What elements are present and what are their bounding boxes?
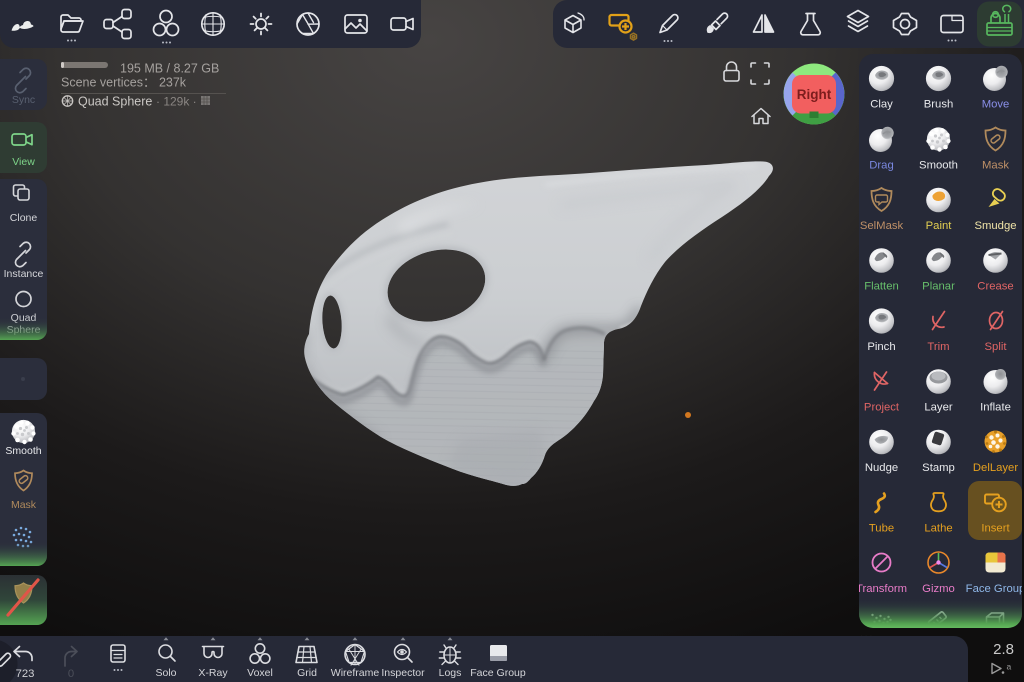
svg-text:Inspector: Inspector <box>381 667 425 679</box>
svg-text:Smooth: Smooth <box>919 160 958 172</box>
svg-text:195 MB / 8.27 GB: 195 MB / 8.27 GB <box>120 62 219 76</box>
svg-text:Tube: Tube <box>869 523 894 535</box>
svg-text:Mask: Mask <box>982 160 1009 172</box>
svg-text:Split: Split <box>985 341 1008 353</box>
svg-text:Smooth: Smooth <box>5 445 41 457</box>
svg-text:Transform: Transform <box>859 583 907 595</box>
svg-text:Crease: Crease <box>977 281 1013 293</box>
svg-text:Move: Move <box>982 99 1010 111</box>
svg-text:Instance: Instance <box>4 268 44 280</box>
svg-text:Lathe: Lathe <box>924 523 952 535</box>
svg-text:Smudge: Smudge <box>974 220 1016 232</box>
svg-text:Face Group: Face Group <box>966 583 1022 595</box>
svg-text:Brush: Brush <box>924 99 954 111</box>
svg-text:Insert: Insert <box>981 523 1010 535</box>
svg-text:SelMask: SelMask <box>860 220 904 232</box>
svg-text:Grid: Grid <box>297 667 317 679</box>
svg-text:Mask: Mask <box>11 499 37 511</box>
svg-text:Nudge: Nudge <box>865 462 898 474</box>
svg-text:Planar: Planar <box>922 281 955 293</box>
svg-text:723: 723 <box>16 668 35 680</box>
svg-text:0: 0 <box>68 668 74 680</box>
svg-text:Quad Sphere: Quad Sphere <box>78 95 152 109</box>
svg-text:Clone: Clone <box>10 212 38 224</box>
svg-text:Right: Right <box>797 87 832 102</box>
svg-text:DelLayer: DelLayer <box>973 462 1018 474</box>
svg-text:Project: Project <box>864 402 900 414</box>
svg-text:Scene vertices： 237k: Scene vertices： 237k <box>61 76 187 90</box>
svg-text:Solo: Solo <box>155 667 176 679</box>
svg-text:Stamp: Stamp <box>922 462 955 474</box>
svg-text:Paint: Paint <box>926 220 953 232</box>
svg-text:Flatten: Flatten <box>864 281 899 293</box>
svg-text:Gizmo: Gizmo <box>922 583 955 595</box>
svg-text:Trim: Trim <box>927 341 949 353</box>
svg-text:Wireframe: Wireframe <box>331 667 380 679</box>
svg-text:X-Ray: X-Ray <box>198 667 228 679</box>
svg-text:Pinch: Pinch <box>867 341 895 353</box>
svg-text:Face Group: Face Group <box>470 667 526 679</box>
svg-text:Logs: Logs <box>439 667 462 679</box>
svg-text:Drag: Drag <box>869 160 894 172</box>
svg-text:Voxel: Voxel <box>247 667 273 679</box>
svg-text:a: a <box>1007 662 1012 672</box>
svg-text:· 129k ·: · 129k · <box>156 95 197 109</box>
svg-text:Layer: Layer <box>924 402 952 414</box>
svg-text:View: View <box>12 156 35 168</box>
svg-text:Inflate: Inflate <box>980 402 1011 414</box>
